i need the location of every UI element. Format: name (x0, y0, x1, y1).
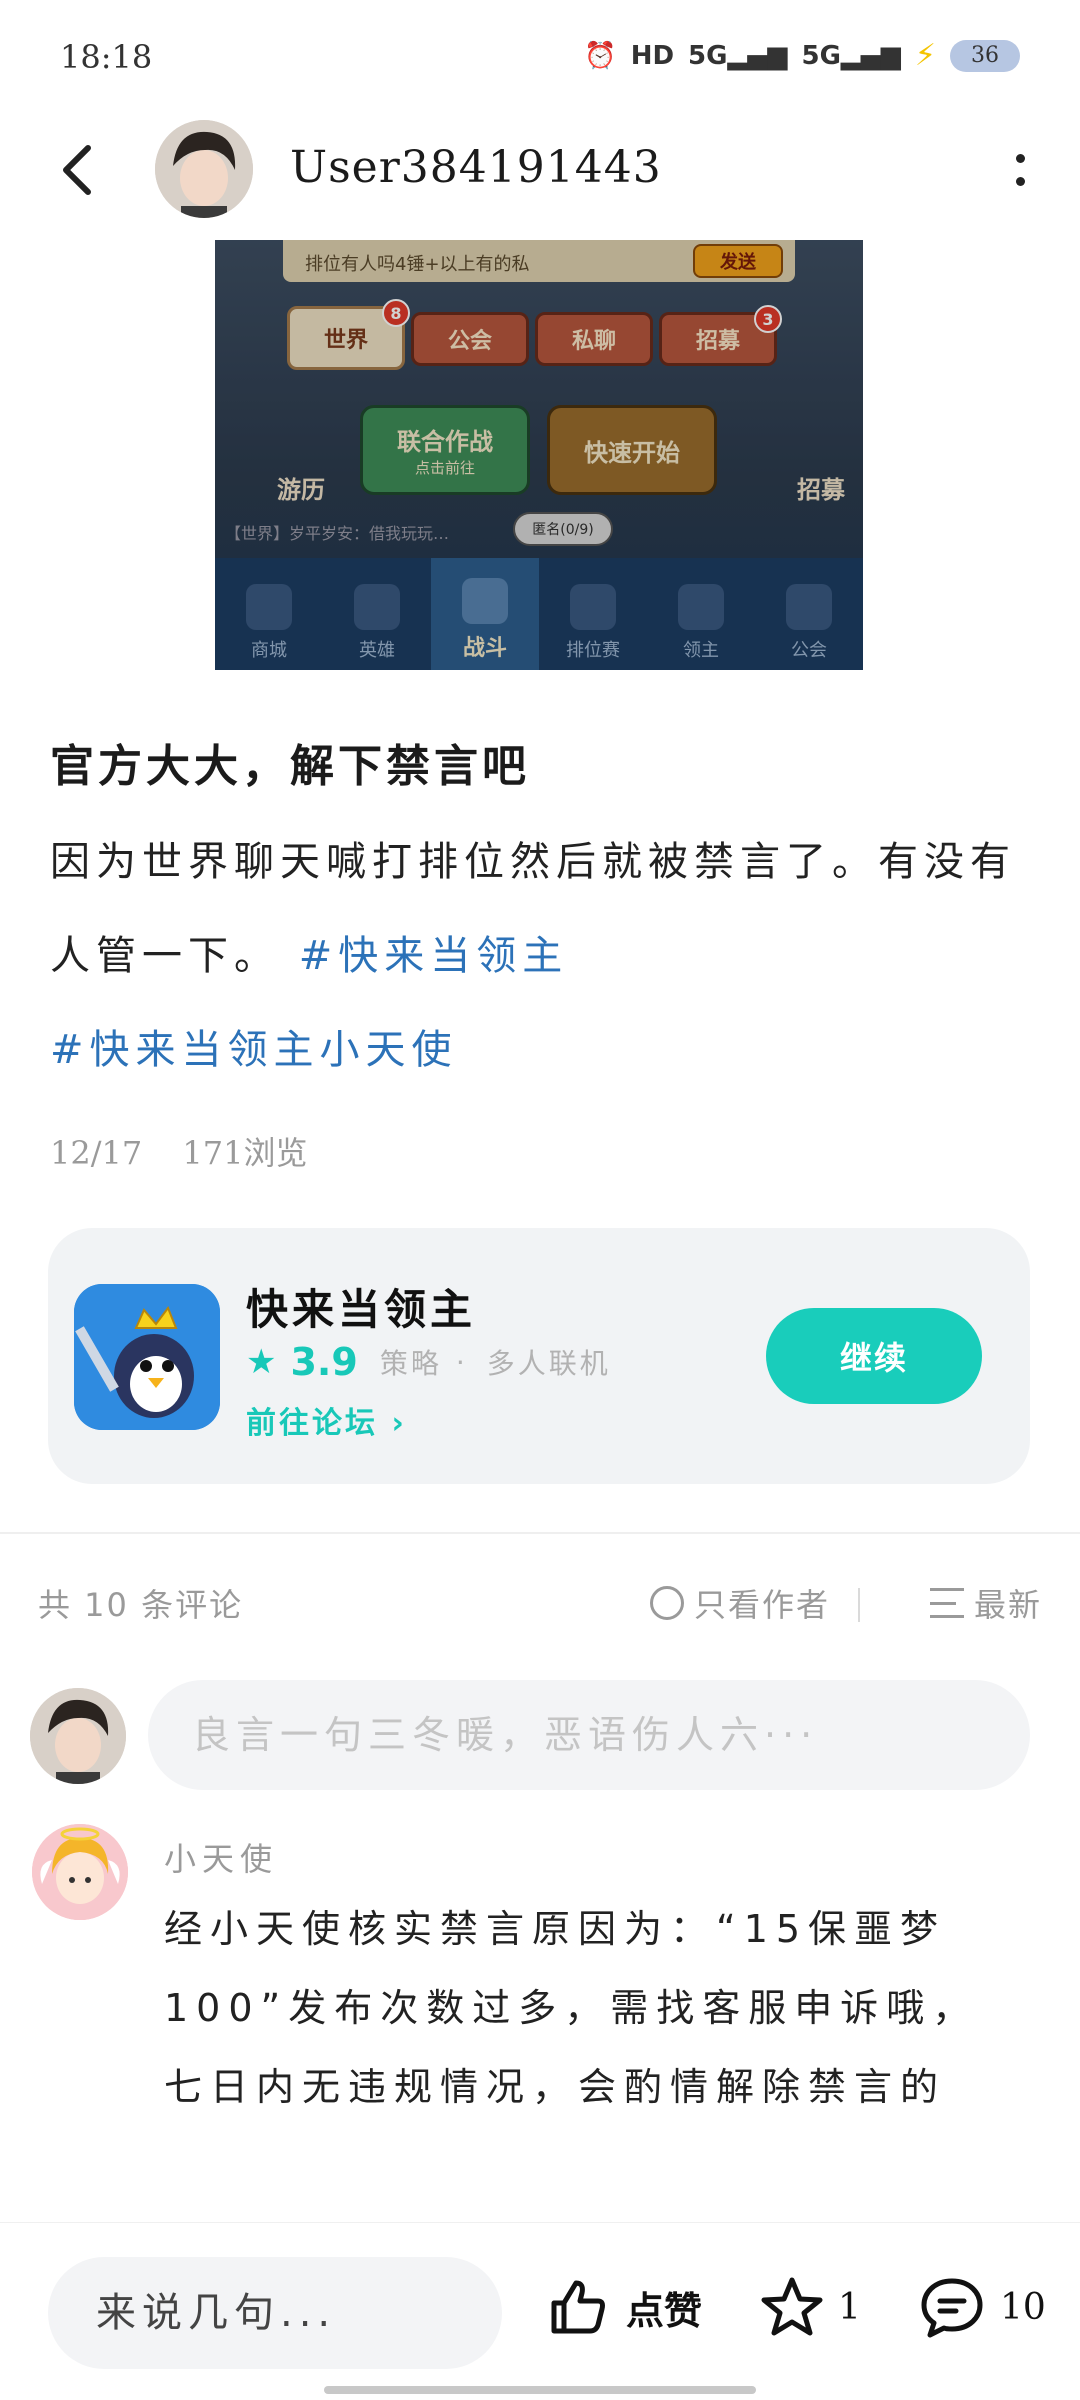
continue-button[interactable]: 继续 (766, 1308, 982, 1404)
comment-text: 经小天使核实禁言原因为：“15保噩梦100”发布次数过多，需找客服申诉哦，七日内… (164, 1907, 979, 2109)
game-rating-row: ★ 3.9 策略 · 多人联机 (246, 1340, 611, 1384)
tag-separator: · (455, 1345, 465, 1379)
say-something-input[interactable] (48, 2257, 502, 2369)
charging-icon: ⚡ (914, 38, 936, 73)
post-detail-page: 18:18 ⏰ HD 5G▂▄▆ 5G▂▄▆ ⚡ 36 User38419144… (0, 0, 1080, 2400)
sort-icon (929, 1588, 964, 1618)
comments-header: 共 10 条评论 只看作者 最新 (38, 1580, 1042, 1630)
game-name: 快来当领主 (246, 1285, 477, 1334)
game-tag-2: 多人联机 (486, 1347, 611, 1380)
author-avatar[interactable] (155, 120, 253, 218)
more-options-button[interactable] (990, 140, 1050, 200)
bottom-action-bar: 点赞 1 10 (0, 2222, 1080, 2400)
game-app-icon (74, 1284, 220, 1430)
comment-bubble-icon (921, 2278, 983, 2338)
battery-icon: 36 (950, 39, 1020, 72)
like-button[interactable]: 点赞 (546, 2275, 702, 2339)
status-time: 18:18 (60, 38, 153, 76)
separator (858, 1588, 860, 1622)
hd-icon: HD (630, 40, 675, 71)
post-date: 12/17 (50, 1134, 143, 1172)
post-meta: 12/17 171浏览 (50, 1128, 337, 1174)
divider (0, 1532, 1080, 1534)
radio-icon (649, 1586, 684, 1620)
alarm-icon: ⏰ (584, 40, 617, 71)
status-bar: 18:18 ⏰ HD 5G▂▄▆ 5G▂▄▆ ⚡ 36 (0, 0, 1080, 120)
thumbs-up-icon (551, 2280, 605, 2334)
signal-5g-icon: 5G▂▄▆ (688, 40, 788, 71)
post-views: 171浏览 (182, 1134, 308, 1172)
comment-author[interactable]: 小天使 (164, 1834, 278, 1880)
more-vertical-icon (1015, 154, 1025, 163)
post-body: 因为世界聊天喊打排位然后就被禁言了。有没有人管一下。 #快来当领主 #快来当领主… (50, 815, 1030, 1097)
only-author-toggle[interactable]: 只看作者 (649, 1580, 830, 1626)
go-to-forum-link[interactable]: 前往论坛 › (246, 1398, 407, 1442)
favorite-button[interactable]: 1 (760, 2275, 861, 2339)
author-username[interactable]: User384191443 (290, 142, 662, 193)
game-card[interactable]: 快来当领主 ★ 3.9 策略 · 多人联机 前往论坛 › 继续 (48, 1228, 1030, 1484)
game-tag: 策略 (379, 1347, 442, 1380)
my-avatar (30, 1688, 126, 1784)
chevron-left-icon (63, 145, 91, 195)
comment-avatar[interactable] (32, 1824, 128, 1920)
comments-count: 共 10 条评论 (38, 1586, 244, 1624)
post-title: 官方大大，解下禁言吧 (50, 741, 530, 792)
comments-button[interactable]: 10 (918, 2275, 1046, 2339)
signal-5g-icon-2: 5G▂▄▆ (801, 40, 901, 71)
back-button[interactable] (50, 140, 110, 200)
game-rating: 3.9 (290, 1340, 358, 1384)
post-header: User384191443 (0, 120, 1080, 220)
hashtag-link-2[interactable]: #快来当领主小天使 (50, 1027, 458, 1073)
star-icon: ★ (246, 1342, 277, 1382)
sort-latest-button[interactable]: 最新 (929, 1580, 1042, 1626)
hashtag-link[interactable]: #快来当领主 (299, 933, 569, 979)
post-image[interactable]: 排位有人吗4锤+以上有的私 发送 世界 8 公会 私聊 招募 3 联合作战 点击… (215, 240, 863, 670)
star-outline-icon (761, 2277, 823, 2336)
comment-input[interactable] (148, 1680, 1030, 1790)
status-icons: ⏰ HD 5G▂▄▆ 5G▂▄▆ ⚡ 36 (584, 38, 1020, 73)
home-indicator[interactable] (324, 2386, 756, 2394)
